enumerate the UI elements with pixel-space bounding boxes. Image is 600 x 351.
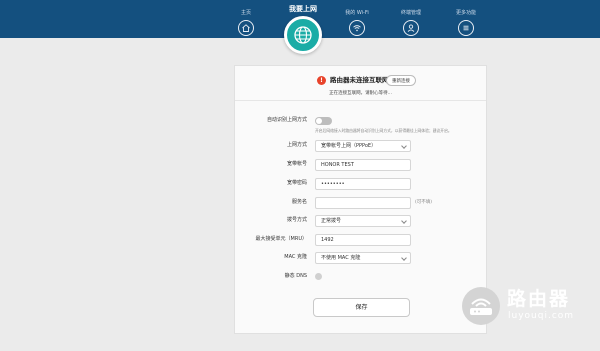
wifi-icon — [349, 20, 365, 36]
nav-wifi-label: 我的 Wi-Fi — [345, 10, 369, 16]
menu-icon — [458, 20, 474, 36]
status-subtitle: 正在连接互联网，请耐心等待... — [329, 91, 392, 96]
auto-detect-toggle[interactable] — [315, 117, 332, 125]
nav-internet[interactable]: 我要上网 — [277, 0, 329, 13]
watermark-url: luyouqi.com — [508, 311, 575, 321]
static-dns-checkbox[interactable] — [315, 273, 322, 280]
account-input[interactable]: HONOR TEST — [315, 159, 411, 171]
auto-detect-hint: 开启后网络接入时路由器将自动识别上网方式，以获得最佳上网体验；建议开启。 — [315, 128, 452, 133]
service-name-label: 服务名 — [291, 199, 307, 205]
status-title: 路由器未连接互联网 — [330, 76, 389, 84]
error-icon: ! — [317, 76, 326, 85]
nav-more[interactable]: 更多功能 — [438, 0, 494, 36]
dial-mode-select[interactable]: 正常拨号 — [315, 215, 411, 227]
connection-type-label: 上网方式 — [286, 142, 307, 148]
auto-detect-label: 自动识别上网方式 — [266, 117, 307, 123]
mru-label: 最大接受单元（MRU） — [255, 236, 307, 242]
mac-clone-label: MAC 克隆 — [284, 254, 307, 260]
mac-clone-select[interactable]: 不使用 MAC 克隆 — [315, 252, 411, 264]
reconnect-button[interactable]: 重新连接 — [386, 75, 416, 86]
account-label: 宽带帐号 — [286, 161, 307, 167]
home-icon — [238, 20, 254, 36]
router-logo-icon — [462, 287, 500, 325]
static-dns-label: 静态 DNS — [284, 273, 307, 279]
mru-input[interactable]: 1492 — [315, 234, 411, 246]
watermark-title: 路由器 — [507, 288, 571, 310]
globe-icon — [294, 26, 312, 44]
nav-wifi[interactable]: 我的 Wi-Fi — [329, 0, 385, 36]
nav-home-label: 主页 — [240, 10, 251, 16]
nav-devices[interactable]: 终端管理 — [383, 0, 439, 36]
toggle-knob — [316, 118, 322, 124]
nav-devices-label: 终端管理 — [400, 10, 421, 16]
connection-type-select[interactable]: 宽带帐号上网（PPPoE） — [315, 140, 411, 152]
password-input[interactable]: •••••••• — [315, 178, 411, 190]
service-name-optional: (可不填) — [415, 200, 433, 205]
nav-internet-label: 我要上网 — [289, 5, 317, 13]
watermark: 路由器 luyouqi.com — [462, 285, 597, 329]
nav-internet-active-circle[interactable] — [284, 16, 322, 54]
save-button[interactable]: 保存 — [313, 298, 410, 317]
internet-settings-panel: ! 路由器未连接互联网 重新连接 正在连接互联网，请耐心等待... 自动识别上网… — [234, 65, 487, 334]
dial-mode-label: 拨号方式 — [286, 217, 307, 223]
user-icon — [403, 20, 419, 36]
service-name-input[interactable] — [315, 197, 411, 209]
nav-more-label: 更多功能 — [455, 10, 476, 16]
password-label: 宽带密码 — [286, 180, 307, 186]
connection-status: ! 路由器未连接互联网 重新连接 正在连接互联网，请耐心等待... — [235, 66, 486, 101]
nav-home[interactable]: 主页 — [218, 0, 274, 36]
